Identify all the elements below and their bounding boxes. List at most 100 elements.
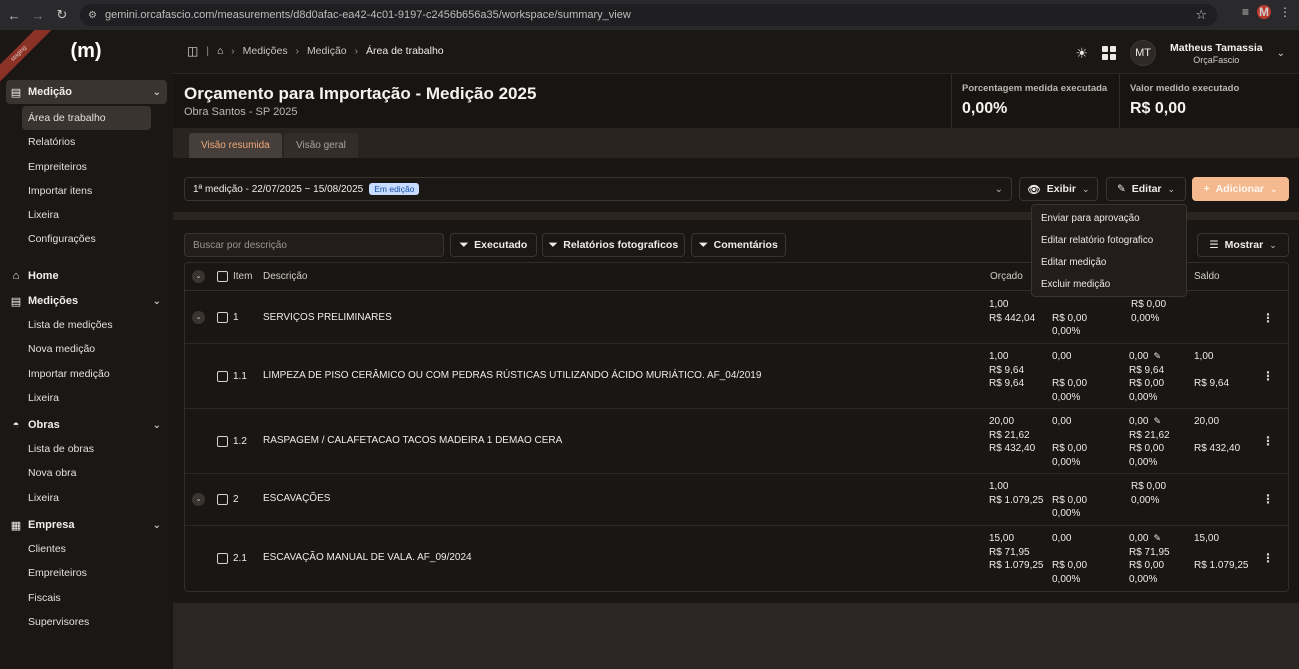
table-row[interactable]: 1.1 LIMPEZA DE PISO CERÂMICO OU COM PEDR… (185, 344, 1288, 409)
add-button[interactable]: + Adicionar ⌄ (1192, 177, 1289, 201)
filter-executed-button[interactable]: ⏷ Executado (450, 233, 537, 257)
expand-all-icon[interactable]: ⌄ (192, 270, 205, 283)
clipboard-icon: ▤ (10, 86, 22, 99)
user-menu[interactable]: Matheus Tamassia OrçaFascio (1170, 42, 1263, 65)
balance-unit (1194, 546, 1249, 560)
reload-icon[interactable]: ↻ (52, 5, 72, 25)
forward-icon[interactable]: → (28, 5, 48, 25)
edit-button[interactable]: ✎ Editar ⌄ (1106, 177, 1186, 201)
menu-item-edit-measurement[interactable]: Editar medição (1032, 252, 1186, 274)
sidebar-item-importar-itens[interactable]: Importar itens (0, 179, 173, 203)
add-button-label: Adicionar (1215, 183, 1265, 195)
pencil-icon[interactable]: ✎ (1153, 415, 1161, 429)
app-logo[interactable]: (m) (66, 40, 106, 64)
balance-qty: 15,00 (1194, 533, 1220, 544)
menu-item-send-approval[interactable]: Enviar para aprovação (1032, 208, 1186, 230)
measured-qty[interactable]: 0,00 (1129, 416, 1148, 427)
breadcrumb-medicao[interactable]: Medição (307, 45, 347, 57)
column-header-description[interactable]: Descrição (263, 271, 307, 282)
table-row[interactable]: 1.2 RASPAGEM / CALAFETACAO TACOS MADEIRA… (185, 409, 1288, 474)
chevron-down-icon: ⌄ (152, 419, 161, 431)
filter-icon: ⏷ (699, 238, 708, 251)
bookmark-star-icon[interactable]: ☆ (1195, 7, 1207, 23)
table-row[interactable]: ⌄ 2 ESCAVAÇÕES 1,00 R$ 1.079,25 R$ 0,00 … (185, 474, 1288, 526)
show-button[interactable]: 👁 Exibir ⌄ (1019, 177, 1098, 201)
sidebar-item-nova-obra[interactable]: Nova obra (0, 461, 173, 485)
show-columns-button[interactable]: ☰ Mostrar ⌄ (1197, 233, 1289, 257)
sidebar-item-lista-de-medicoes[interactable]: Lista de medições (0, 313, 173, 337)
sidebar-item-obras[interactable]: ◓ Obras ⌄ (0, 413, 173, 437)
row-checkbox[interactable] (217, 494, 228, 505)
row-checkbox[interactable] (217, 436, 228, 447)
sidebar-item-empresa[interactable]: ▦ Empresa ⌄ (0, 513, 173, 537)
tab-visao-resumida[interactable]: Visão resumida (189, 133, 282, 158)
sidebar-item-medicoes[interactable]: ▤ Medições ⌄ (0, 289, 173, 313)
menu-item-delete-measurement[interactable]: Excluir medição (1032, 274, 1186, 296)
apps-grid-icon[interactable] (1102, 46, 1117, 60)
page-header: Orçamento para Importação - Medição 2025… (173, 74, 951, 128)
site-info-icon[interactable]: ⚙ (88, 10, 97, 21)
pencil-icon[interactable]: ✎ (1153, 350, 1161, 364)
filter-photo-reports-button[interactable]: ⏷ Relatórios fotograficos (542, 233, 685, 257)
sidebar-item-medicao[interactable]: ▤ Medição ⌄ (6, 80, 167, 104)
theme-toggle-sun-icon[interactable]: ☀ (1075, 45, 1088, 62)
sidebar-item-relatorios[interactable]: Relatórios (0, 130, 173, 154)
row-checkbox[interactable] (217, 371, 228, 382)
column-header-budget[interactable]: Orçado (990, 271, 1023, 282)
measured-qty[interactable]: 0,00 (1129, 351, 1148, 362)
sidebar-item-area-de-trabalho[interactable]: Área de trabalho (22, 106, 151, 131)
row-checkbox[interactable] (217, 312, 228, 323)
filter-comments-button[interactable]: ⏷ Comentários (691, 233, 786, 257)
table-row[interactable]: ⌄ 1 SERVIÇOS PRELIMINARES 1,00 R$ 442,04… (185, 292, 1288, 344)
row-checkbox[interactable] (217, 553, 228, 564)
column-header-item[interactable]: Item (233, 271, 252, 282)
row-menu-icon[interactable]: ⋮ (1262, 311, 1274, 325)
sidebar-item-lista-de-obras[interactable]: Lista de obras (0, 437, 173, 461)
measured-qty[interactable]: 0,00 (1129, 533, 1148, 544)
sidebar-item-supervisores[interactable]: Supervisores (0, 610, 173, 634)
home-icon[interactable]: ⌂ (217, 45, 223, 57)
address-bar[interactable]: ⚙ gemini.orcafascio.com/measurements/d8d… (80, 4, 1217, 26)
chevron-down-icon: ⌄ (994, 183, 1003, 195)
media-icon[interactable]: ≡ (1242, 5, 1249, 19)
sidebar-item-empreiteiros[interactable]: Empreiteiros (0, 561, 173, 585)
column-header-balance[interactable]: Saldo (1194, 271, 1220, 282)
sidebar-item-lixeira[interactable]: Lixeira (0, 203, 173, 227)
table-row[interactable]: 2.1 ESCAVAÇÃO MANUAL DE VALA. AF_09/2024… (185, 526, 1288, 591)
sidebar-item-configuracoes[interactable]: Configurações (0, 227, 173, 251)
item-number: 1.2 (233, 436, 247, 447)
expand-row-icon[interactable]: ⌄ (192, 311, 205, 324)
row-menu-icon[interactable]: ⋮ (1262, 492, 1274, 506)
sidebar-item-lixeira[interactable]: Lixeira (0, 486, 173, 510)
pencil-icon[interactable]: ✎ (1153, 532, 1161, 546)
sidebar-item-fiscais[interactable]: Fiscais (0, 586, 173, 610)
sidebar-item-nova-medicao[interactable]: Nova medição (0, 337, 173, 361)
back-icon[interactable]: ← (4, 5, 24, 25)
browser-menu-icon[interactable]: ⋮ (1279, 5, 1291, 19)
executed-qty: 0,00 (1052, 351, 1072, 362)
select-all-checkbox[interactable] (217, 271, 228, 282)
menu-item-edit-photo-report[interactable]: Editar relatório fotografico (1032, 230, 1186, 252)
executed-cell: 0,00 R$ 0,00 0,00% (1052, 350, 1087, 404)
user-avatar[interactable]: MT (1130, 40, 1157, 66)
row-menu-icon[interactable]: ⋮ (1262, 551, 1274, 565)
search-input[interactable] (184, 233, 444, 257)
sidebar-item-lixeira[interactable]: Lixeira (0, 386, 173, 410)
sidebar-item-importar-medicao[interactable]: Importar medição (0, 362, 173, 386)
executed-percent: 0,00% (1052, 326, 1081, 337)
chevron-right-icon: › (231, 45, 235, 57)
row-menu-icon[interactable]: ⋮ (1262, 369, 1274, 383)
sidebar-toggle-icon[interactable]: ◫ (187, 44, 198, 58)
row-menu-icon[interactable]: ⋮ (1262, 434, 1274, 448)
chevron-down-icon[interactable]: ⌄ (1277, 48, 1285, 59)
sidebar-item-home[interactable]: ⌂ Home (0, 264, 173, 288)
kpi-label: Valor medido executado (1130, 83, 1240, 94)
sidebar-item-empreiteiros[interactable]: Empreiteiros (0, 155, 173, 179)
chevron-right-icon: › (295, 45, 299, 57)
expand-row-icon[interactable]: ⌄ (192, 493, 205, 506)
breadcrumb-medicoes[interactable]: Medições (243, 45, 288, 57)
sidebar-item-clientes[interactable]: Clientes (0, 537, 173, 561)
tab-visao-geral[interactable]: Visão geral (284, 133, 358, 158)
measurement-select[interactable]: 1ª medição - 22/07/2025 ~ 15/08/2025 Em … (184, 177, 1012, 201)
profile-avatar[interactable]: M (1257, 5, 1271, 19)
